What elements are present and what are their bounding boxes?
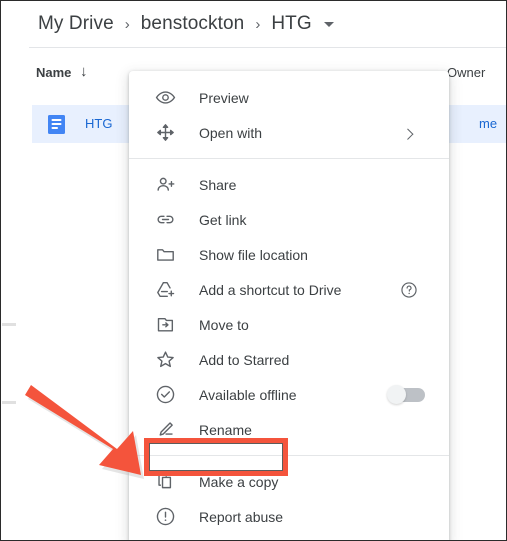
menu-item-label: Available offline <box>199 386 297 403</box>
link-icon <box>153 208 177 232</box>
eye-icon <box>153 86 177 110</box>
menu-item-add-to-starred[interactable]: Add to Starred <box>129 342 449 377</box>
chevron-down-icon[interactable] <box>323 21 334 27</box>
help-icon[interactable] <box>400 281 418 299</box>
menu-item-label: Rename <box>199 421 252 438</box>
arrow-down-icon[interactable]: ↓ <box>80 63 88 80</box>
drive-shortcut-add-icon <box>153 278 177 302</box>
menu-item-label: Open with <box>199 124 263 141</box>
file-name-cell[interactable]: HTG <box>85 116 112 131</box>
menu-item-label: Add to Starred <box>199 351 290 368</box>
menu-item-get-link[interactable]: Get link <box>129 202 449 237</box>
chevron-right-icon <box>402 128 414 140</box>
menu-divider <box>129 455 449 456</box>
drive-file-browser-screenshot: My Drive › benstockton › HTG Name ↓ Owne… <box>0 0 507 541</box>
folder-icon <box>153 243 177 267</box>
breadcrumb-separator: › <box>255 15 261 33</box>
menu-item-rename[interactable]: Rename <box>129 412 449 447</box>
menu-item-add-shortcut-to-drive[interactable]: Add a shortcut to Drive <box>129 272 449 307</box>
column-header-owner[interactable]: Owner <box>447 65 485 80</box>
menu-item-open-with[interactable]: Open with <box>129 115 449 150</box>
breadcrumb-separator: › <box>124 15 130 33</box>
edge-marker <box>2 401 16 404</box>
check-circle-icon <box>153 383 177 407</box>
menu-item-preview[interactable]: Preview <box>129 80 449 115</box>
breadcrumb-item-benstockton[interactable]: benstockton <box>141 13 245 35</box>
menu-item-available-offline[interactable]: Available offline <box>129 377 449 412</box>
available-offline-toggle[interactable] <box>387 384 425 404</box>
menu-item-label: Report abuse <box>199 508 284 525</box>
menu-item-label: Show file location <box>199 246 308 263</box>
open-with-icon <box>153 121 177 145</box>
context-menu: Preview Open with Share Get link Show fi… <box>129 71 449 540</box>
menu-item-label: Move to <box>199 316 249 333</box>
menu-item-make-a-copy[interactable]: Make a copy <box>129 464 449 499</box>
pencil-icon <box>153 418 177 442</box>
menu-item-label: Preview <box>199 89 249 106</box>
copy-icon <box>153 470 177 494</box>
breadcrumb-item-htg[interactable]: HTG <box>271 13 311 35</box>
menu-item-move-to[interactable]: Move to <box>129 307 449 342</box>
breadcrumb: My Drive › benstockton › HTG <box>1 1 506 47</box>
header-divider <box>29 47 506 48</box>
edge-marker <box>2 323 16 326</box>
menu-item-label: Make a copy <box>199 473 279 490</box>
menu-divider <box>129 158 449 159</box>
menu-item-show-file-location[interactable]: Show file location <box>129 237 449 272</box>
toggle-knob <box>387 384 406 404</box>
folder-move-icon <box>153 313 177 337</box>
menu-item-report-abuse[interactable]: Report abuse <box>129 499 449 534</box>
column-header-name[interactable]: Name <box>36 65 71 80</box>
file-owner-cell: me <box>479 116 498 131</box>
exclamation-circle-icon <box>153 505 177 529</box>
menu-item-label: Add a shortcut to Drive <box>199 281 342 298</box>
menu-item-label: Get link <box>199 211 247 228</box>
person-add-icon <box>153 173 177 197</box>
menu-item-share[interactable]: Share <box>129 167 449 202</box>
google-docs-icon <box>48 115 65 134</box>
menu-item-download[interactable]: Download <box>129 534 449 540</box>
breadcrumb-item-my-drive[interactable]: My Drive <box>38 13 114 35</box>
star-outline-icon <box>153 348 177 372</box>
menu-item-label: Share <box>199 176 237 193</box>
